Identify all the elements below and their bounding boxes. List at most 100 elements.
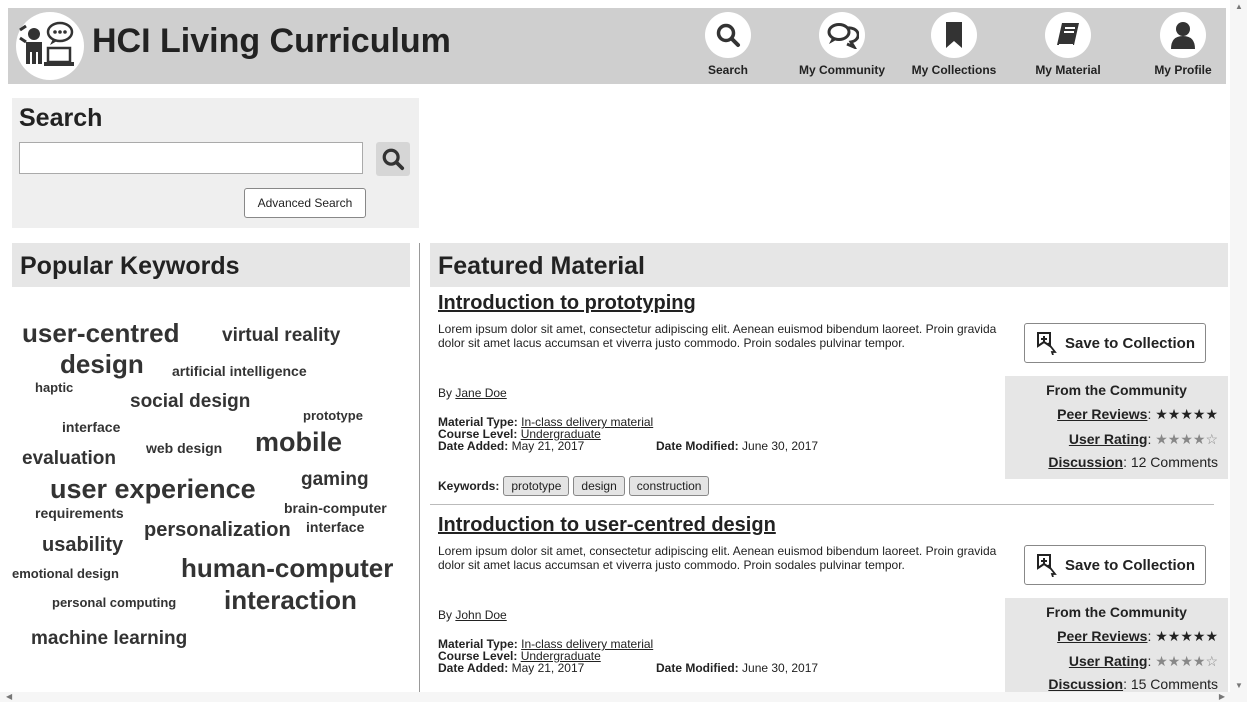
material-description: Lorem ipsum dolor sit amet, consectetur … — [438, 322, 997, 350]
date-added-value: May 21, 2017 — [511, 439, 585, 453]
bookmark-icon — [931, 12, 977, 58]
search-title: Search — [19, 104, 103, 132]
scroll-up-icon[interactable]: ▲ — [1235, 2, 1243, 11]
keyword-interaction[interactable]: interaction — [224, 587, 357, 613]
keyword-user-centred[interactable]: user-centred — [22, 320, 180, 346]
app-title: HCI Living Curriculum — [92, 22, 451, 60]
keyword-tag[interactable]: prototype — [503, 476, 570, 496]
keyword-gaming[interactable]: gaming — [301, 470, 369, 489]
keyword-brain-computer[interactable]: brain-computer — [284, 501, 387, 515]
nav-my-profile-label: My Profile — [1154, 63, 1212, 77]
author-link[interactable]: John Doe — [455, 608, 506, 622]
user-rating-link[interactable]: User Rating — [1069, 431, 1148, 447]
peer-reviews-stars: ★★★★★ — [1155, 406, 1218, 422]
featured-material-title: Featured Material — [438, 252, 646, 280]
keyword-interface-2[interactable]: interface — [306, 520, 364, 534]
community-panel: From the Community Peer Reviews: ★★★★★ U… — [1005, 376, 1228, 479]
save-to-collection-button[interactable]: Save to Collection — [1024, 323, 1206, 363]
keyword-requirements[interactable]: requirements — [35, 506, 124, 520]
keyword-virtual-reality[interactable]: virtual reality — [222, 326, 340, 345]
keyword-user-experience[interactable]: user experience — [50, 476, 256, 503]
community-title: From the Community — [1046, 382, 1187, 398]
logo[interactable] — [16, 12, 84, 80]
keyword-personalization[interactable]: personalization — [144, 520, 291, 540]
discussion-link[interactable]: Discussion — [1048, 454, 1123, 470]
material-description: Lorem ipsum dolor sit amet, consectetur … — [438, 544, 997, 572]
keyword-human-computer[interactable]: human-computer — [181, 555, 393, 581]
author-link[interactable]: Jane Doe — [455, 386, 506, 400]
nav-my-collections-label: My Collections — [911, 63, 997, 77]
keyword-personal-computing[interactable]: personal computing — [52, 596, 176, 609]
nav-my-profile[interactable]: My Profile — [1135, 12, 1231, 77]
bookmark-add-icon — [1036, 332, 1057, 355]
date-modified-label: Date Modified: — [656, 661, 739, 675]
user-rating-row: User Rating: ★★★★☆ — [1068, 431, 1218, 447]
nav-search-label: Search — [707, 63, 749, 77]
keyword-artificial-intelligence[interactable]: artificial intelligence — [172, 364, 307, 378]
keyword-social-design[interactable]: social design — [130, 392, 250, 411]
nav-my-community[interactable]: My Community — [794, 12, 890, 77]
material-title-link[interactable]: Introduction to prototyping — [438, 292, 696, 315]
material-author: By Jane Doe — [438, 386, 507, 400]
keyword-machine-learning[interactable]: machine learning — [31, 629, 187, 648]
save-to-collection-button[interactable]: Save to Collection — [1024, 545, 1206, 585]
keyword-design[interactable]: design — [60, 351, 144, 377]
keyword-haptic[interactable]: haptic — [35, 381, 73, 394]
scroll-down-icon[interactable]: ▼ — [1235, 681, 1243, 690]
book-icon — [1045, 12, 1091, 58]
keyword-interface[interactable]: interface — [62, 420, 120, 434]
save-to-collection-label: Save to Collection — [1064, 334, 1196, 352]
user-rating-stars: ★★★★☆ — [1155, 653, 1218, 669]
search-icon — [382, 148, 405, 171]
by-label: By — [438, 608, 453, 622]
keyword-tag[interactable]: construction — [628, 476, 710, 496]
keywords-label: Keywords: — [438, 479, 500, 493]
scroll-left-icon[interactable]: ◀ — [6, 692, 12, 701]
vertical-scrollbar[interactable]: ▲ ▼ — [1230, 0, 1247, 702]
peer-reviews-stars: ★★★★★ — [1155, 628, 1218, 644]
date-modified-value: June 30, 2017 — [742, 661, 819, 675]
search-icon — [705, 12, 751, 58]
nav-my-material-label: My Material — [1035, 63, 1101, 77]
advanced-search-button[interactable]: Advanced Search — [244, 188, 366, 218]
nav-my-community-label: My Community — [798, 63, 885, 77]
nav-my-material[interactable]: My Material — [1020, 12, 1116, 77]
nav-my-collections[interactable]: My Collections — [906, 12, 1002, 77]
peer-reviews-row: Peer Reviews: ★★★★★ — [1057, 406, 1218, 422]
peer-reviews-link[interactable]: Peer Reviews — [1057, 628, 1147, 644]
keyword-emotional-design[interactable]: emotional design — [12, 567, 119, 580]
peer-reviews-row: Peer Reviews: ★★★★★ — [1057, 628, 1218, 644]
user-rating-row: User Rating: ★★★★☆ — [1068, 653, 1218, 669]
bookmark-add-icon — [1036, 554, 1057, 577]
discussion-count: 15 Comments — [1130, 676, 1218, 692]
keyword-usability[interactable]: usability — [42, 535, 123, 555]
material-title-link[interactable]: Introduction to user-centred design — [438, 514, 776, 537]
community-panel: From the Community Peer Reviews: ★★★★★ U… — [1005, 598, 1228, 701]
featured-material-header: Featured Material — [430, 243, 1228, 287]
peer-reviews-link[interactable]: Peer Reviews — [1057, 406, 1147, 422]
discussion-link[interactable]: Discussion — [1048, 676, 1123, 692]
date-added-label: Date Added: — [438, 439, 509, 453]
chat-icon — [819, 12, 865, 58]
community-title: From the Community — [1046, 604, 1187, 620]
user-icon — [1160, 12, 1206, 58]
keyword-tag[interactable]: design — [573, 476, 625, 496]
teacher-logo-icon — [19, 21, 74, 66]
material-meta: Material Type: In-class delivery materia… — [438, 638, 818, 674]
column-divider — [419, 243, 420, 693]
search-button[interactable] — [376, 142, 410, 176]
date-modified-label: Date Modified: — [656, 439, 739, 453]
material-author: By John Doe — [438, 608, 507, 622]
scroll-right-icon[interactable]: ▶ — [1219, 692, 1225, 701]
horizontal-scrollbar[interactable]: ◀ ▶ — [0, 692, 1247, 702]
nav-search[interactable]: Search — [680, 12, 776, 77]
discussion-count: 12 Comments — [1130, 454, 1218, 470]
keyword-mobile[interactable]: mobile — [255, 429, 342, 456]
keyword-evaluation[interactable]: evaluation — [22, 449, 116, 468]
keyword-web-design[interactable]: web design — [146, 441, 222, 455]
date-modified-value: June 30, 2017 — [742, 439, 819, 453]
search-input[interactable] — [19, 142, 363, 174]
search-panel: Search Advanced Search — [12, 98, 419, 228]
keyword-prototype[interactable]: prototype — [303, 409, 363, 422]
user-rating-link[interactable]: User Rating — [1069, 653, 1148, 669]
